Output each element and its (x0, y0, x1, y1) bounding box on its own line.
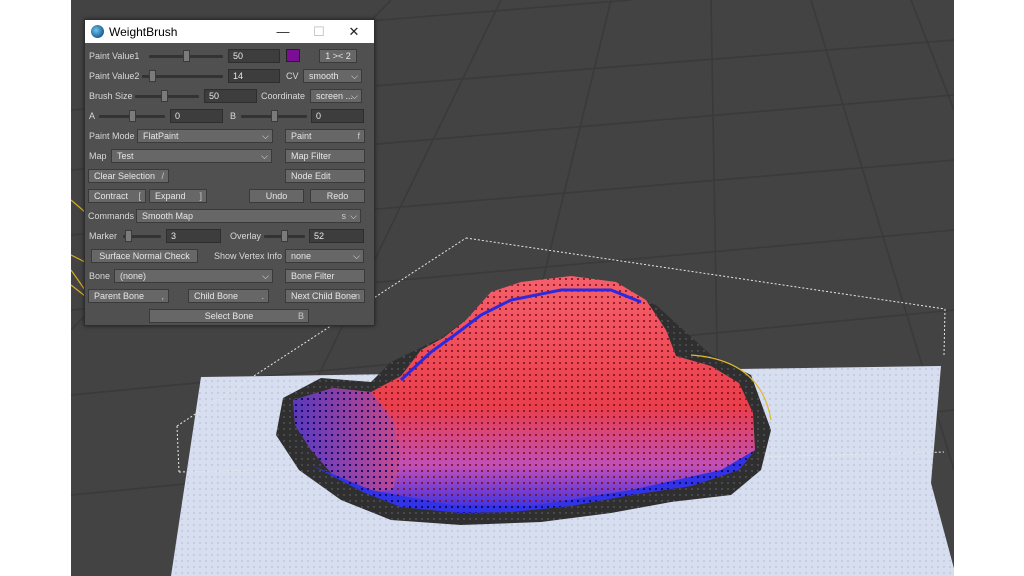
window-title: WeightBrush (109, 25, 178, 39)
marker-slider[interactable] (123, 229, 161, 243)
commands-label: Commands (88, 211, 135, 221)
app-icon (91, 25, 104, 38)
select-bone-shortcut: B (297, 311, 304, 321)
child-bone-button[interactable]: Child Bone . (188, 289, 269, 303)
paint-value2-slider[interactable] (142, 69, 223, 83)
chevron-down-icon: ⌵ (351, 91, 358, 101)
chevron-down-icon: ⌵ (350, 211, 357, 221)
parent-bone-shortcut: , (161, 291, 164, 301)
paint-mode-label: Paint Mode (89, 131, 135, 141)
bone-filter-button[interactable]: Bone Filter (285, 269, 365, 283)
cv-dropdown-value: smooth (309, 71, 339, 81)
clear-selection-button[interactable]: Clear Selection / (88, 169, 169, 183)
map-filter-button[interactable]: Map Filter (285, 149, 365, 163)
paint-value2-field[interactable]: 14 (228, 69, 280, 83)
paint-color-swatch[interactable] (286, 49, 300, 62)
chevron-down-icon: ⌵ (262, 131, 269, 141)
paint-value1-label: Paint Value1 (89, 51, 140, 61)
title-bar[interactable]: WeightBrush — ☐ ✕ (85, 20, 374, 43)
close-button[interactable]: ✕ (339, 22, 369, 41)
node-edit-button[interactable]: Node Edit (285, 169, 365, 183)
bone-value: (none) (120, 271, 147, 281)
clear-selection-label: Clear Selection (94, 171, 156, 181)
contract-shortcut: [ (138, 191, 141, 201)
parent-bone-label: Parent Bone (94, 291, 145, 301)
bone-lines (71, 199, 86, 297)
select-bone-label: Select Bone (204, 311, 254, 321)
chevron-down-icon: ⌵ (262, 271, 269, 281)
coordinate-dropdown-value: screen ... (316, 91, 354, 101)
contract-label: Contract (94, 191, 129, 201)
brush-size-label: Brush Size (89, 91, 133, 101)
expand-shortcut: ] (199, 191, 202, 201)
paint-mode-dropdown[interactable]: FlatPaint ⌵ (137, 129, 273, 143)
redo-button[interactable]: Redo (310, 189, 365, 203)
marker-field[interactable]: 3 (166, 229, 221, 243)
paint-mode-value: FlatPaint (143, 131, 179, 141)
chevron-down-icon: ⌵ (351, 71, 358, 81)
map-label: Map (89, 151, 107, 161)
marker-label: Marker (89, 231, 118, 241)
expand-button[interactable]: Expand ] (149, 189, 207, 203)
a-slider[interactable] (99, 109, 165, 123)
chevron-down-icon: ⌵ (353, 251, 360, 261)
b-label: B (230, 111, 237, 121)
brush-size-field[interactable]: 50 (204, 89, 257, 103)
overlay-label: Overlay (230, 231, 262, 241)
minimize-button[interactable]: — (268, 22, 298, 41)
chevron-down-icon: ⌵ (261, 151, 268, 161)
coordinate-label: Coordinate (261, 91, 306, 101)
paint-button[interactable]: Paint f (285, 129, 365, 143)
show-vertex-info-dropdown[interactable]: none ⌵ (285, 249, 364, 263)
show-vertex-info-value: none (291, 251, 312, 261)
commands-value: Smooth Map (142, 211, 194, 221)
cv-label: CV (286, 71, 299, 81)
paint-button-label: Paint (291, 131, 312, 141)
paint-value2-label: Paint Value2 (89, 71, 140, 81)
show-vertex-info-label: Show Vertex Info (214, 251, 283, 261)
contract-button[interactable]: Contract [ (88, 189, 146, 203)
brush-size-slider[interactable] (135, 89, 199, 103)
a-field[interactable]: 0 (170, 109, 223, 123)
parent-bone-button[interactable]: Parent Bone , (88, 289, 169, 303)
next-child-bone-button[interactable]: Next Child Bone n (285, 289, 365, 303)
a-label: A (89, 111, 96, 121)
select-bone-button[interactable]: Select Bone B (149, 309, 309, 323)
maximize-button[interactable]: ☐ (304, 22, 334, 41)
paint-value1-field[interactable]: 50 (228, 49, 280, 63)
expand-label: Expand (155, 191, 186, 201)
coordinate-dropdown[interactable]: screen ... ⌵ (310, 89, 362, 103)
overlay-field[interactable]: 52 (309, 229, 364, 243)
undo-button[interactable]: Undo (249, 189, 304, 203)
weightbrush-panel: WeightBrush — ☐ ✕ Paint Value1 50 1 >< 2… (84, 19, 375, 326)
child-bone-label: Child Bone (194, 291, 239, 301)
map-dropdown[interactable]: Test ⌵ (111, 149, 272, 163)
surface-normal-check-button[interactable]: Surface Normal Check (91, 249, 198, 263)
child-bone-shortcut: . (261, 291, 264, 301)
b-field[interactable]: 0 (311, 109, 364, 123)
map-value: Test (117, 151, 134, 161)
swap-values-button[interactable]: 1 >< 2 (319, 49, 357, 63)
bone-dropdown[interactable]: (none) ⌵ (114, 269, 273, 283)
bone-label: Bone (89, 271, 111, 281)
paint-value1-slider[interactable] (149, 49, 223, 63)
overlay-slider[interactable] (264, 229, 305, 243)
b-slider[interactable] (241, 109, 307, 123)
next-child-bone-label: Next Child Bone (291, 291, 357, 301)
cv-dropdown[interactable]: smooth ⌵ (303, 69, 362, 83)
paint-shortcut: f (357, 131, 360, 141)
commands-shortcut: s (341, 211, 347, 221)
next-child-bone-shortcut: n (354, 291, 360, 301)
clear-selection-shortcut: / (161, 171, 164, 181)
commands-dropdown[interactable]: Smooth Map s ⌵ (136, 209, 361, 223)
